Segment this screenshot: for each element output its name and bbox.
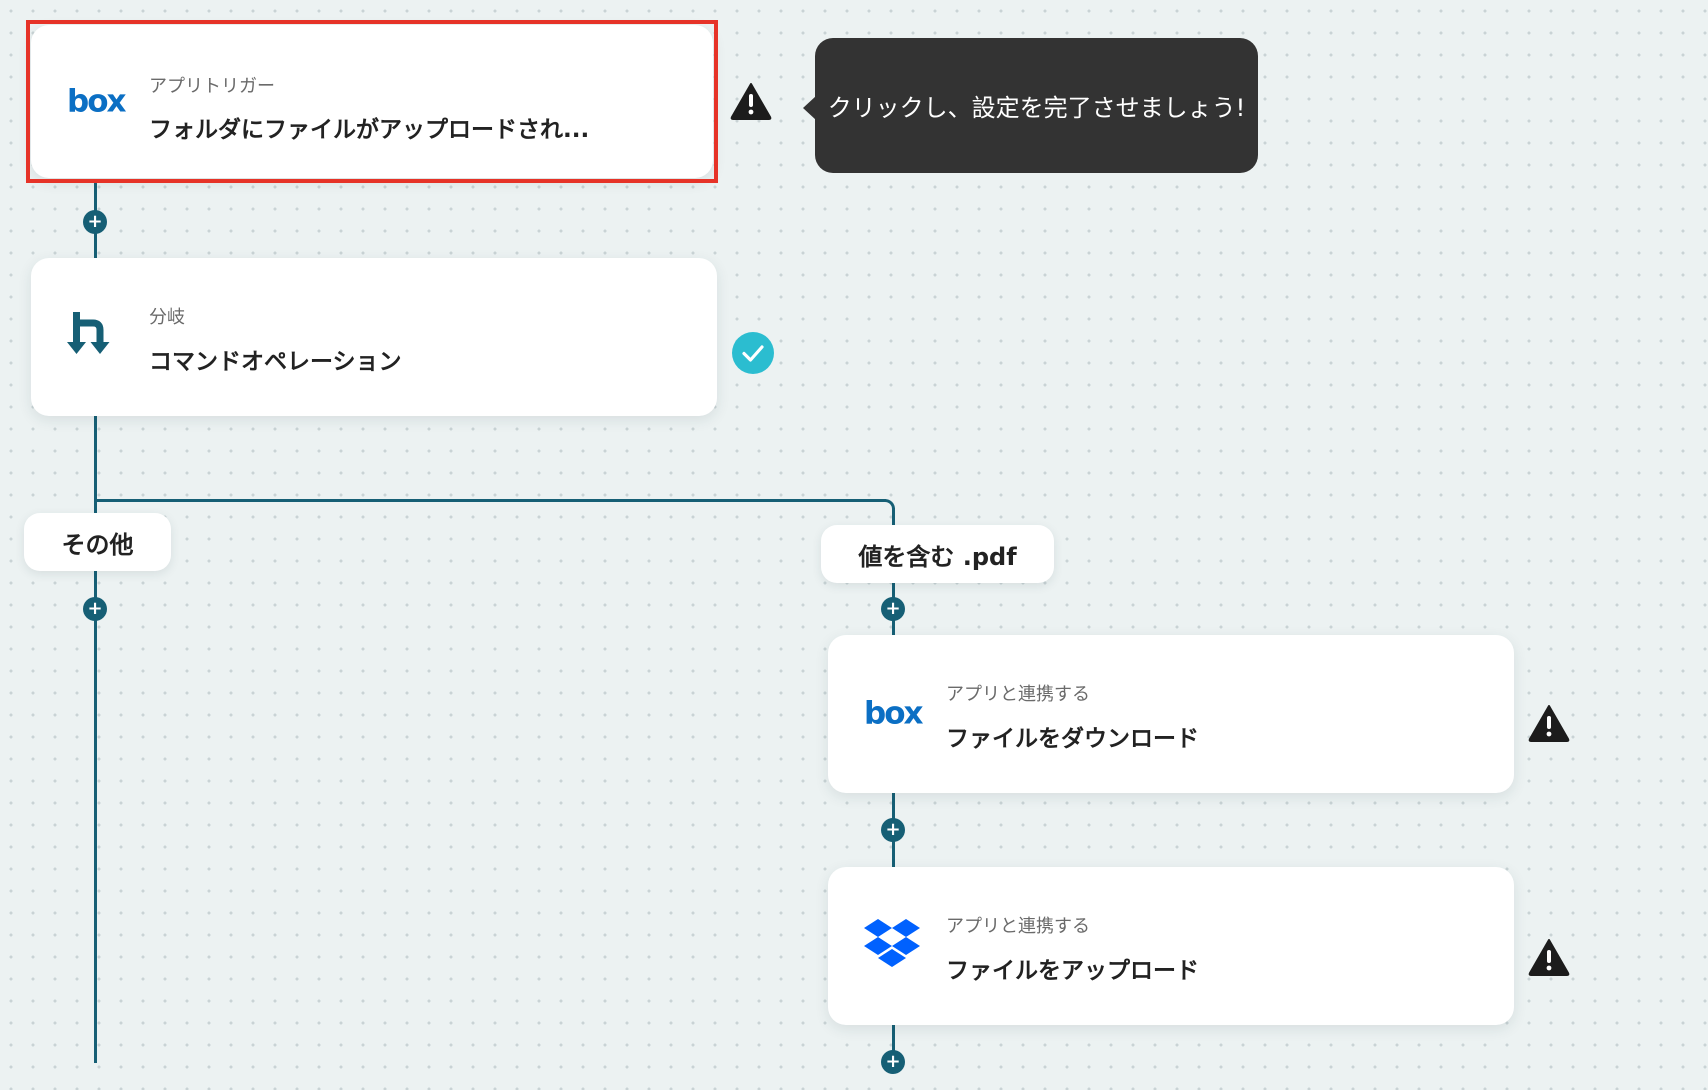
add-step-button[interactable]: + — [881, 597, 905, 621]
check-icon — [731, 331, 775, 379]
selected-highlight-frame — [26, 20, 718, 183]
step-title: ファイルをダウンロード — [946, 726, 1199, 752]
step-label: 分岐 — [149, 307, 185, 328]
step-label: アプリと連携する — [946, 684, 1090, 705]
box-logo-icon: box — [864, 695, 924, 732]
warning-icon[interactable] — [1527, 937, 1571, 981]
branch-label-else[interactable]: その他 — [24, 513, 171, 571]
add-step-button[interactable]: + — [881, 1050, 905, 1074]
branch-icon — [67, 312, 113, 362]
connector-corner — [880, 499, 895, 514]
add-step-button[interactable]: + — [83, 597, 107, 621]
add-step-button[interactable]: + — [83, 210, 107, 234]
tooltip-text: クリックし、設定を完了させましょう! — [827, 94, 1246, 122]
step-title: コマンドオペレーション — [149, 349, 402, 375]
step-title: ファイルをアップロード — [946, 958, 1199, 984]
step-label: アプリと連携する — [946, 916, 1090, 937]
setup-tooltip: クリックし、設定を完了させましょう! — [815, 38, 1258, 173]
step-card-download[interactable]: box アプリと連携する ファイルをダウンロード — [828, 635, 1514, 793]
branch-label-condition-text: 値を含む .pdf — [858, 542, 1017, 571]
branch-label-else-text: その他 — [61, 530, 134, 559]
step-card-upload[interactable]: アプリと連携する ファイルをアップロード — [828, 867, 1514, 1025]
branch-label-condition[interactable]: 値を含む .pdf — [821, 525, 1054, 583]
step-card-branch[interactable]: 分岐 コマンドオペレーション — [31, 258, 717, 416]
connector-line-branch-horizontal — [94, 499, 886, 502]
warning-icon[interactable] — [729, 81, 773, 125]
add-step-button[interactable]: + — [881, 818, 905, 842]
warning-icon[interactable] — [1527, 703, 1571, 747]
dropbox-logo-icon — [864, 919, 920, 973]
